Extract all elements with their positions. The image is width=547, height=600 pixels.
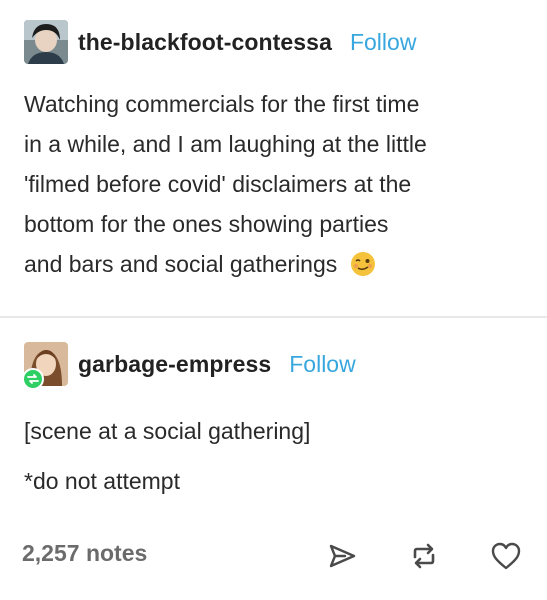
reblog-badge-icon — [22, 368, 44, 390]
share-icon — [329, 544, 356, 568]
share-button[interactable] — [322, 536, 362, 576]
reblog-post: garbage-empress Follow [scene at a socia… — [0, 318, 547, 528]
username[interactable]: the-blackfoot-contessa — [78, 29, 332, 56]
post-line: and bars and social gatherings — [24, 251, 338, 277]
post-line: 'filmed before covid' disclaimers at the — [24, 171, 412, 197]
post-header: the-blackfoot-contessa Follow — [24, 20, 416, 64]
avatar-image — [24, 20, 68, 64]
reblog-icon — [413, 543, 435, 569]
post-header: garbage-empress Follow — [22, 342, 356, 390]
post-line: bottom for the ones showing parties — [24, 211, 389, 237]
woozy-face-icon — [350, 252, 375, 276]
post-line: *do not attempt — [24, 468, 180, 494]
heart-icon — [491, 542, 521, 570]
reblog-button[interactable] — [404, 536, 444, 576]
original-post: the-blackfoot-contessa Follow Watching c… — [0, 0, 547, 316]
avatar[interactable] — [24, 20, 68, 64]
post-line-last: and bars and social gatherings — [24, 244, 427, 284]
username[interactable]: garbage-empress — [78, 351, 271, 378]
like-button[interactable] — [486, 536, 526, 576]
post-line: Watching commercials for the first time — [24, 91, 420, 117]
post-body: Watching commercials for the first time … — [24, 84, 427, 284]
follow-button[interactable]: Follow — [350, 29, 416, 56]
follow-button[interactable]: Follow — [289, 351, 355, 378]
post-line: [scene at a social gathering] — [24, 418, 311, 444]
post-line: in a while, and I am laughing at the lit… — [24, 131, 427, 157]
post-body: [scene at a social gathering] *do not at… — [24, 406, 310, 506]
post-footer: 2,257 notes — [0, 530, 547, 580]
notes-count[interactable]: 2,257 notes — [22, 540, 147, 567]
avatar[interactable] — [22, 342, 68, 390]
